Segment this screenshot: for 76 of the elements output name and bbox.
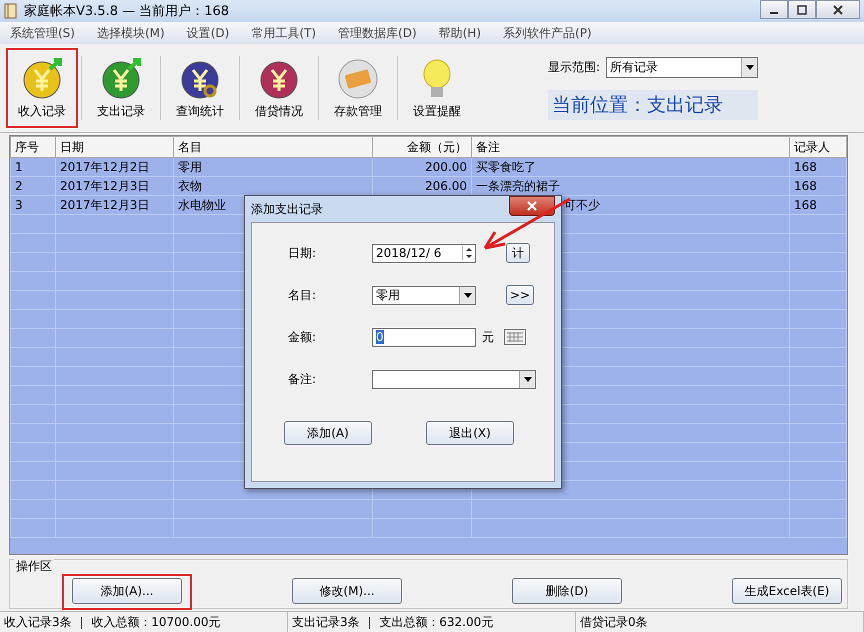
- keyboard-icon[interactable]: [504, 329, 526, 345]
- note-dropdown[interactable]: [372, 370, 536, 388]
- unit-label: 元: [482, 328, 494, 346]
- table-cell: 168: [794, 179, 817, 193]
- status-text: 收入记录3条 ｜ 收入总额：10700.00元: [0, 612, 288, 632]
- caret-icon: [524, 376, 532, 382]
- table-cell: 2: [15, 179, 23, 193]
- field-label: 备注:: [288, 370, 318, 388]
- menu-item[interactable]: 选择模块(M): [96, 24, 165, 42]
- close-button[interactable]: [509, 196, 555, 216]
- table-cell: 200.00: [425, 160, 467, 174]
- field-label: 名目:: [288, 286, 318, 304]
- table-cell: 2017年12月3日: [60, 198, 150, 212]
- status-text: 支出记录3条 ｜ 支出总额：632.00元: [288, 612, 576, 632]
- table-cell: 206.00: [425, 179, 467, 193]
- field-label: 金额:: [288, 328, 318, 346]
- category-dropdown[interactable]: 零用: [372, 286, 476, 304]
- amount-field[interactable]: 0: [372, 328, 476, 346]
- column-header[interactable]: 日期: [56, 136, 174, 158]
- spin-arrows-icon[interactable]: [462, 246, 475, 260]
- menu-item[interactable]: 设置(D): [186, 24, 230, 42]
- action-button[interactable]: 添加(A)...: [72, 578, 182, 604]
- range-dropdown[interactable]: 所有记录: [606, 56, 758, 78]
- minimize-button[interactable]: [760, 0, 788, 19]
- close-icon: [527, 201, 537, 211]
- action-button[interactable]: 修改(M)...: [292, 578, 402, 604]
- close-icon: [833, 4, 843, 14]
- toolbar-button[interactable]: 存款管理: [322, 48, 394, 128]
- column-header[interactable]: 备注: [472, 136, 790, 158]
- minimize-icon: [770, 12, 778, 14]
- table-cell: 衣物: [178, 178, 202, 192]
- table-cell: 买零食吃了: [476, 160, 536, 174]
- group-title: 操作区: [14, 558, 54, 575]
- table-cell: 1: [15, 160, 23, 174]
- more-button[interactable]: >>: [506, 285, 534, 305]
- toolbar-button[interactable]: 查询统计: [164, 48, 236, 128]
- table-cell: 一条漂亮的裙子: [476, 178, 560, 192]
- dialog-button[interactable]: 退出(X): [426, 421, 514, 445]
- date-field[interactable]: 2018/12/ 6: [372, 244, 476, 262]
- table-cell: 168: [794, 198, 817, 212]
- menu-item[interactable]: 系列软件产品(P): [503, 24, 592, 42]
- range-label: 显示范围:: [548, 58, 600, 76]
- menu-item[interactable]: 常用工具(T): [251, 24, 316, 42]
- table-cell: 2017年12月2日: [60, 160, 150, 174]
- current-location-label: 当前位置：支出记录: [548, 90, 758, 120]
- window-title: 家庭帐本V3.5.8 — 当前用户：168: [24, 3, 230, 20]
- calculator-button[interactable]: 计: [506, 243, 530, 263]
- caret-icon: [464, 292, 472, 298]
- field-label: 日期:: [288, 244, 318, 262]
- close-button[interactable]: [816, 0, 860, 19]
- column-header[interactable]: 序号: [10, 136, 56, 158]
- dialog-button[interactable]: 添加(A): [284, 421, 372, 445]
- column-header[interactable]: 金额（元）: [372, 136, 472, 158]
- action-button[interactable]: 生成Excel表(E): [732, 578, 842, 604]
- column-header[interactable]: 名目: [174, 136, 372, 158]
- table-cell: 3: [15, 198, 23, 212]
- action-button[interactable]: 删除(D): [512, 578, 622, 604]
- menu-item[interactable]: 帮助(H): [438, 24, 482, 42]
- table-cell: 零用: [178, 160, 202, 174]
- maximize-button[interactable]: [788, 0, 816, 19]
- notebook-icon: [4, 3, 18, 19]
- toolbar-button[interactable]: 设置提醒: [401, 48, 473, 128]
- table-cell: 168: [794, 160, 817, 174]
- toolbar-button[interactable]: 收入记录: [6, 48, 78, 128]
- status-text: 借贷记录0条: [576, 612, 864, 632]
- column-header[interactable]: 记录人: [790, 136, 846, 158]
- card-icon: [336, 56, 380, 100]
- table-cell: 2017年12月3日: [60, 178, 150, 192]
- dialog-title: 添加支出记录: [251, 200, 323, 218]
- toolbar-button[interactable]: 借贷情况: [243, 48, 315, 128]
- menu-item[interactable]: 管理数据库(D): [338, 24, 417, 42]
- caret-icon: [746, 64, 754, 70]
- menu-item[interactable]: 系统管理(S): [10, 24, 75, 42]
- maximize-icon: [797, 4, 807, 14]
- toolbar-button[interactable]: 支出记录: [85, 48, 157, 128]
- table-cell: 水电物业: [178, 198, 226, 212]
